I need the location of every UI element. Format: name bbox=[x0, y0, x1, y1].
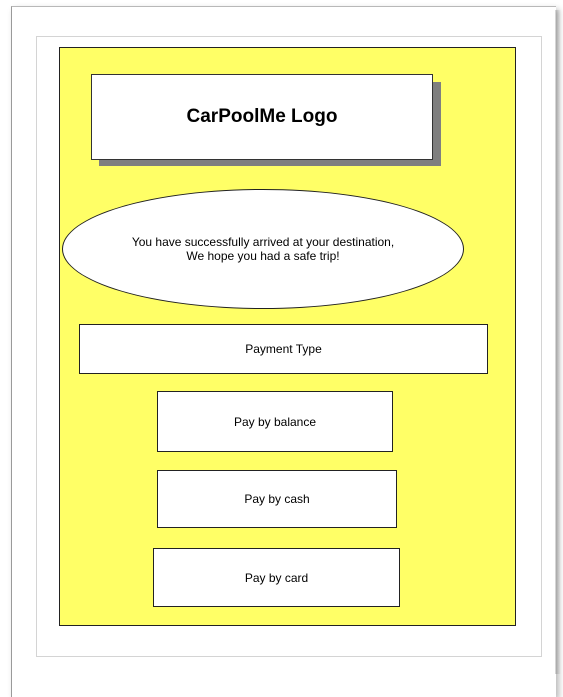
pay-by-card-button[interactable]: Pay by card bbox=[153, 548, 400, 607]
pay-by-balance-button[interactable]: Pay by balance bbox=[157, 391, 393, 452]
logo-text: CarPoolMe Logo bbox=[186, 106, 338, 127]
pay-by-cash-label: Pay by cash bbox=[244, 492, 310, 506]
pay-by-balance-label: Pay by balance bbox=[233, 414, 317, 429]
arrival-message-line-2: We hope you had a safe trip! bbox=[186, 249, 340, 263]
payment-type-label: Payment Type bbox=[245, 342, 322, 356]
pay-by-card-label: Pay by card bbox=[244, 570, 309, 585]
arrival-message-bubble: You have successfully arrived at your de… bbox=[62, 189, 464, 309]
page-shadow bbox=[555, 10, 561, 674]
payment-type-header: Payment Type bbox=[79, 324, 488, 374]
logo-placeholder: CarPoolMe Logo bbox=[91, 74, 433, 160]
arrival-message-line-1: You have successfully arrived at your de… bbox=[131, 235, 395, 249]
pay-by-cash-button[interactable]: Pay by cash bbox=[157, 470, 397, 528]
